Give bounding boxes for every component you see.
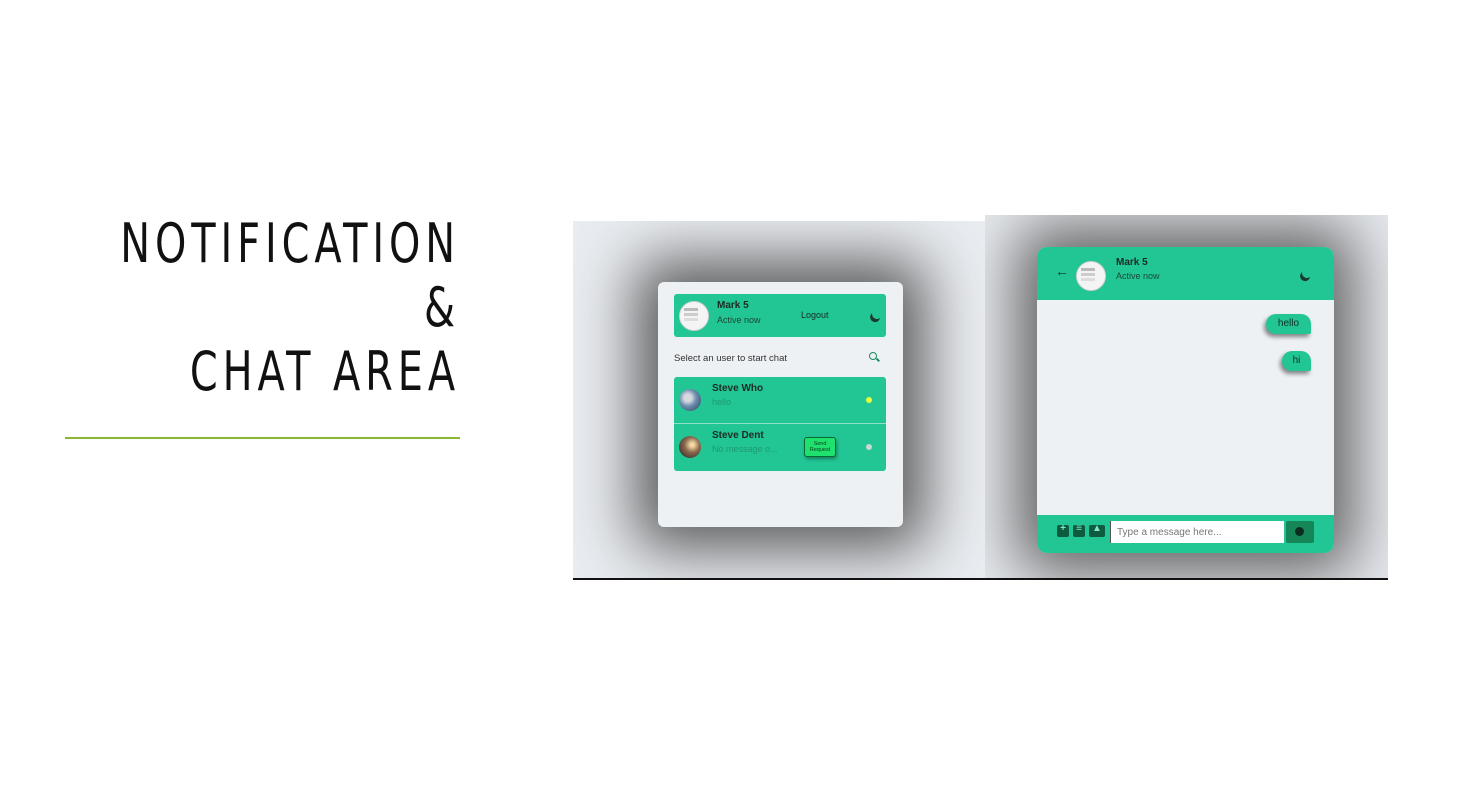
moon-icon[interactable] — [870, 307, 883, 320]
users-panel-background: Mark 5 Active now Logout Select an user … — [573, 221, 985, 579]
message-bubble-outgoing: hi — [1282, 351, 1311, 371]
user-list: Steve Who hello Steve Dent No message o.… — [674, 377, 886, 471]
chat-panel-background: ← Mark 5 Active now hello hi + ≡ ▲ — [985, 215, 1388, 579]
send-request-button[interactable]: Send Request — [804, 437, 836, 457]
screenshot-figure: Mark 5 Active now Logout Select an user … — [573, 215, 1388, 579]
avatar — [679, 301, 709, 331]
slide-title-line-1: NOTIFICATION & — [120, 212, 461, 339]
current-user-status: Active now — [717, 315, 761, 325]
add-file-icon[interactable]: + — [1057, 523, 1069, 537]
chat-header: ← Mark 5 Active now — [1037, 247, 1334, 300]
send-icon[interactable] — [1286, 521, 1314, 543]
current-user-name: Mark 5 — [717, 300, 749, 311]
last-message: No message o... — [712, 444, 778, 454]
chat-user-name: Mark 5 — [1116, 257, 1148, 268]
message-input[interactable] — [1110, 521, 1284, 543]
title-underline — [65, 437, 460, 439]
avatar — [679, 389, 701, 411]
chat-user-status: Active now — [1116, 271, 1160, 281]
users-header: Mark 5 Active now Logout — [674, 294, 886, 337]
avatar — [679, 436, 701, 458]
arrow-left-icon[interactable]: ← — [1055, 263, 1069, 279]
logout-button[interactable]: Logout — [801, 310, 829, 320]
chat-card: ← Mark 5 Active now hello hi + ≡ ▲ — [1037, 247, 1334, 553]
last-message: hello — [712, 397, 732, 407]
slide-title: NOTIFICATION & CHAT AREA — [83, 212, 460, 404]
users-card: Mark 5 Active now Logout Select an user … — [658, 282, 903, 527]
user-name: Steve Dent — [712, 430, 764, 441]
list-item-steve-dent[interactable]: Steve Dent No message o... Send Request — [674, 423, 886, 470]
slide-title-line-2: CHAT AREA — [189, 340, 461, 403]
avatar — [1076, 261, 1106, 291]
list-item-steve-who[interactable]: Steve Who hello — [674, 377, 886, 423]
online-status-dot — [866, 397, 872, 403]
select-user-prompt: Select an user to start chat — [674, 353, 788, 364]
message-bubble-outgoing: hello — [1266, 314, 1311, 334]
document-icon[interactable]: ≡ — [1073, 523, 1085, 537]
moon-icon[interactable] — [1300, 266, 1313, 279]
figure-divider — [573, 578, 1388, 580]
user-name: Steve Who — [712, 383, 764, 394]
chat-footer: + ≡ ▲ — [1037, 515, 1334, 553]
search-icon[interactable] — [869, 352, 877, 360]
image-icon[interactable]: ▲ — [1089, 523, 1105, 537]
offline-status-dot — [866, 444, 872, 450]
